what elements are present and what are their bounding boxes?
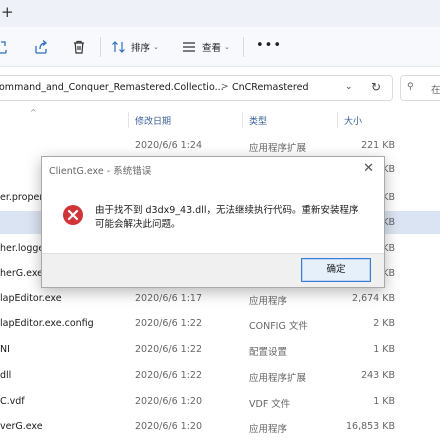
- file-type: CONFIG 文件: [249, 321, 308, 332]
- column-size[interactable]: 大小: [344, 114, 362, 127]
- share-icon[interactable]: [33, 39, 49, 55]
- share-icon[interactable]: [0, 39, 10, 55]
- file-row[interactable]: verG.exe 2020/6/6 1:20 应用程序 16,853 KB: [0, 415, 440, 438]
- error-dialog: ClientG.exe - 系统错误 ✕ 由于找不到 d3dx9_43.dll，…: [41, 156, 385, 288]
- close-icon[interactable]: ✕: [363, 161, 374, 176]
- file-name: lapEditor.exe: [0, 293, 62, 304]
- breadcrumb-current[interactable]: CnCRemastered: [232, 82, 308, 93]
- sort-caret-icon: ^: [30, 108, 37, 117]
- file-date: 2020/6/6 1:24: [135, 140, 203, 151]
- file-row[interactable]: dll 2020/6/6 1:22 应用程序扩展 243 KB: [0, 364, 440, 387]
- file-name: verG.exe: [0, 421, 43, 432]
- toolbar-separator: [243, 37, 244, 57]
- file-size: 1 KB: [373, 396, 395, 407]
- column-divider[interactable]: [242, 112, 243, 128]
- file-row[interactable]: lapEditor.exe.config 2020/6/6 1:22 CONFI…: [0, 312, 440, 335]
- file-type: VDF 文件: [249, 399, 291, 410]
- chevron-down-icon[interactable]: ⌄: [345, 82, 353, 92]
- file-type: 应用程序扩展: [249, 143, 307, 154]
- file-date: 2020/6/6 1:20: [135, 421, 203, 432]
- file-type: 应用程序: [249, 296, 288, 307]
- file-date: 2020/6/6 1:22: [135, 370, 203, 381]
- tab-strip: +: [0, 0, 440, 27]
- toolbar-separator: [100, 37, 101, 57]
- address-row: ommand_and_Conquer_Remastered.Collectio.…: [0, 68, 440, 108]
- file-name: NI: [0, 344, 10, 355]
- file-size: 221 KB: [361, 140, 395, 151]
- dialog-footer: 确定: [42, 253, 384, 287]
- address-bar[interactable]: ommand_and_Conquer_Remastered.Collectio.…: [0, 75, 393, 101]
- column-divider[interactable]: [128, 112, 129, 128]
- column-header: ^ 修改日期 类型 大小: [0, 108, 440, 132]
- search-placeholder: 在: [431, 85, 440, 96]
- error-icon: [63, 205, 83, 225]
- delete-icon[interactable]: [71, 39, 87, 55]
- file-size: 2,674 KB: [352, 293, 395, 304]
- more-options-button[interactable]: •••: [256, 38, 282, 53]
- file-date: 2020/6/6 1:22: [135, 318, 203, 329]
- sort-button[interactable]: 排序 ⌄: [111, 39, 159, 55]
- file-row[interactable]: lapEditor.exe 2020/6/6 1:17 应用程序 2,674 K…: [0, 287, 440, 310]
- file-name: her.logge: [0, 243, 45, 254]
- file-type: 配置设置: [249, 347, 288, 358]
- search-box[interactable]: ⚲ 在: [400, 75, 440, 101]
- file-date: 2020/6/6 1:22: [135, 344, 203, 355]
- file-date: 2020/6/6 1:20: [135, 396, 203, 407]
- dialog-title: ClientG.exe - 系统错误: [49, 166, 152, 177]
- sort-label: 排序: [131, 43, 151, 54]
- breadcrumb-folder[interactable]: ommand_and_Conquer_Remastered.Collectio.…: [0, 82, 224, 93]
- file-row[interactable]: C.vdf 2020/6/6 1:20 VDF 文件 1 KB: [0, 390, 440, 413]
- file-row[interactable]: NI 2020/6/6 1:22 配置设置 1 KB: [0, 338, 440, 361]
- view-button[interactable]: 查看 ⌄: [181, 39, 230, 55]
- file-size: 1 KB: [373, 344, 395, 355]
- refresh-icon[interactable]: ↻: [371, 80, 381, 94]
- file-size: 243 KB: [361, 370, 395, 381]
- new-tab-button[interactable]: +: [1, 3, 14, 21]
- file-type: 应用程序扩展: [249, 373, 307, 384]
- file-name: lapEditor.exe.config: [0, 318, 94, 329]
- file-size: 2 KB: [373, 318, 395, 329]
- error-message: 由于找不到 d3dx9_43.dll，无法继续执行代码。重新安装程序可能会解决此…: [95, 205, 359, 230]
- file-name: er.proper: [0, 192, 44, 203]
- file-name: dll: [0, 370, 12, 381]
- search-icon: ⚲: [407, 82, 414, 92]
- file-date: 2020/6/6 1:17: [135, 293, 203, 304]
- file-type: 应用程序: [249, 424, 288, 435]
- chevron-down-icon: ⌄: [224, 43, 230, 51]
- view-icon: [183, 42, 195, 52]
- file-size: 16,853 KB: [345, 421, 395, 432]
- command-bar: 排序 ⌄ 查看 ⌄ •••: [0, 27, 440, 67]
- file-row[interactable]: 2020/6/6 1:24 应用程序扩展 221 KB: [0, 134, 440, 157]
- column-divider[interactable]: [337, 112, 338, 128]
- file-name: herG.exe: [0, 268, 44, 279]
- chevron-down-icon: ⌄: [153, 43, 159, 51]
- view-label: 查看: [202, 43, 222, 54]
- ok-button[interactable]: 确定: [301, 258, 371, 282]
- sort-icon: [112, 41, 125, 53]
- breadcrumb-separator-icon[interactable]: >: [221, 82, 229, 92]
- column-date[interactable]: 修改日期: [135, 114, 171, 127]
- column-type[interactable]: 类型: [249, 114, 267, 127]
- file-name: C.vdf: [0, 396, 25, 407]
